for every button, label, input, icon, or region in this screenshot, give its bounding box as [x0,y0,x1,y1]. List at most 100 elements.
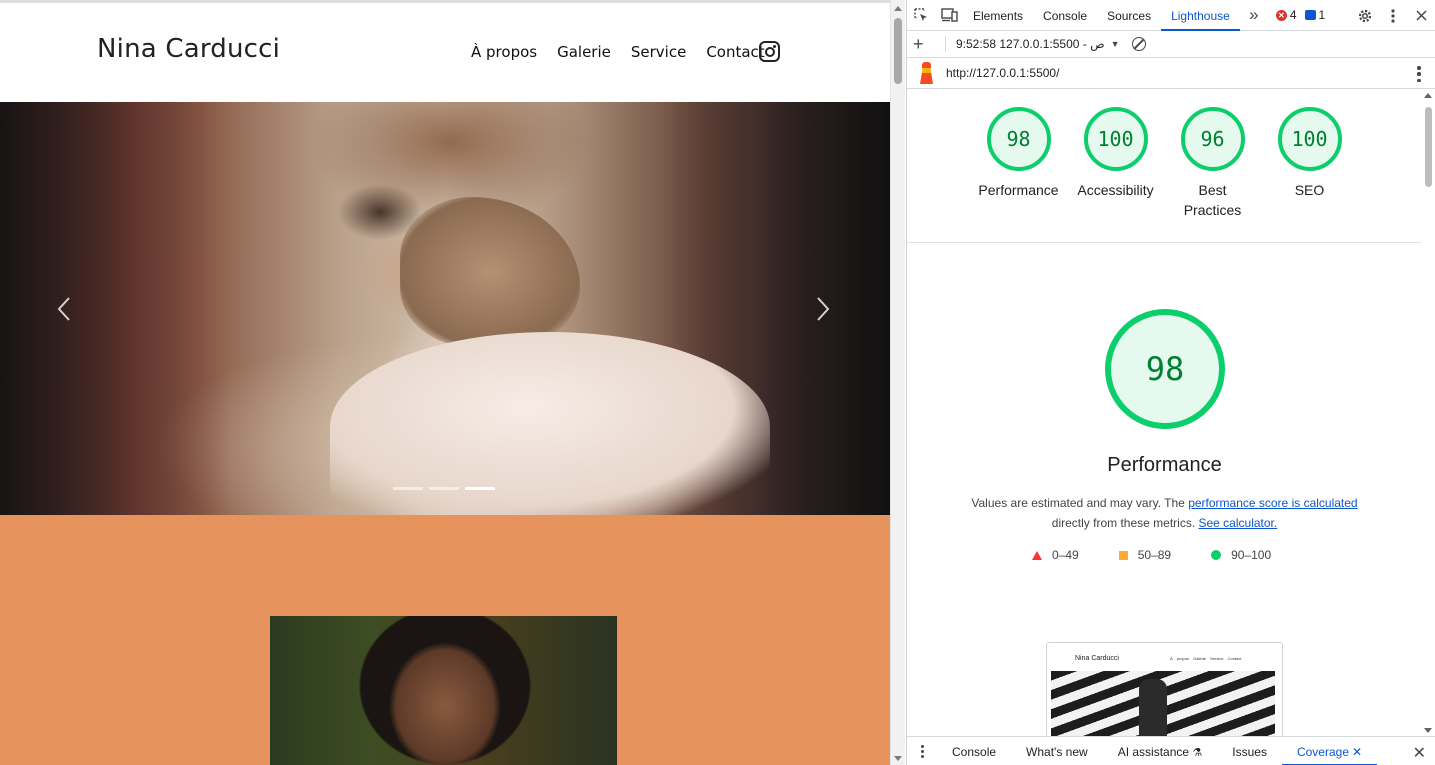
drawer-tab-coverage[interactable]: Coverage ✕ [1281,737,1378,765]
customize-menu-icon[interactable] [1379,0,1407,31]
tab-sources[interactable]: Sources [1097,0,1161,31]
errors-count: 4 [1289,8,1297,22]
performance-description: Values are estimated and may vary. The p… [907,493,1422,533]
lighthouse-logo-icon [919,62,934,84]
site-header: Nina Carducci À propos Galerie Service C… [0,3,890,102]
devtools-drawer: Console What's new AI assistance ⚗ Issue… [907,736,1435,765]
flask-icon: ⚗ [1192,746,1203,759]
messages-count: 1 [1318,8,1326,22]
main-performance-title: Performance [1107,454,1222,476]
scroll-up-arrow-icon[interactable] [1424,93,1432,98]
chevron-left-icon [57,297,70,321]
description-text-1: Values are estimated and may vary. The [971,496,1185,510]
lighthouse-report: 98 Performance 100 Accessibility 96 Best… [907,90,1422,736]
carousel-indicator-2[interactable] [429,487,459,490]
gauge-seo[interactable]: 100 SEO [1261,107,1358,242]
nav-link-galerie[interactable]: Galerie [557,43,611,61]
settings-gear-icon[interactable] [1351,0,1379,31]
devtools-tabbar: Elements Console Sources Lighthouse » ✕ … [907,0,1435,31]
site-nav: À propos Galerie Service Contact [471,43,785,61]
about-section [0,515,890,765]
scroll-down-arrow-icon[interactable] [894,756,902,761]
page-scrollbar[interactable] [890,0,905,765]
report-scrollbar[interactable] [1421,90,1435,736]
gauge-best-practices[interactable]: 96 Best Practices [1164,107,1261,242]
gauge-performance[interactable]: 98 Performance [970,107,1067,242]
error-icon: ✕ [1275,9,1287,21]
square-icon [1118,550,1128,560]
screen: Nina Carducci À propos Galerie Service C… [0,0,1435,765]
report-scrollbar-thumb[interactable] [1425,107,1432,187]
devtools-panel: Elements Console Sources Lighthouse » ✕ … [906,0,1435,765]
drawer-tab-whats-new[interactable]: What's new [1011,737,1103,765]
site-brand[interactable]: Nina Carducci [97,34,280,64]
legend-pass: 90–100 [1211,548,1271,562]
nav-link-service[interactable]: Service [631,43,686,61]
carousel-next-button[interactable] [816,296,830,322]
legend-fail-label: 0–49 [1052,548,1079,562]
gauge-label: Best Practices [1183,182,1242,218]
carousel-prev-button[interactable] [57,296,71,322]
hero-carousel [0,102,890,515]
page-screenshot-thumbnail[interactable]: Nina Carducci À propos Galerie Service C… [1046,642,1283,736]
see-calculator-link[interactable]: See calculator. [1199,516,1278,530]
drawer-tab-ai-assistance[interactable]: AI assistance ⚗ [1103,737,1218,765]
nav-link-a-propos[interactable]: À propos [471,43,537,61]
report-selector[interactable]: 9:52:58 127.0.0.1:5500 - ص [956,37,1105,51]
gauge-label: Accessibility [1077,182,1154,198]
score-calculated-link[interactable]: performance score is calculated [1188,496,1357,510]
hero-image-crowd-left [0,102,230,515]
lighthouse-toolbar: + 9:52:58 127.0.0.1:5500 - ص ▼ [907,31,1435,58]
hero-image-couple [400,197,580,347]
legend-average-label: 50–89 [1137,548,1172,562]
tab-console[interactable]: Console [1033,0,1097,31]
thumbnail-brand: Nina Carducci [1075,655,1119,662]
report-url[interactable]: http://127.0.0.1:5500/ [946,66,1059,80]
chevron-right-icon [817,297,830,321]
close-tab-icon[interactable]: ✕ [1352,745,1362,759]
message-icon [1304,10,1316,20]
new-report-plus-icon[interactable]: + [913,34,935,55]
drawer-tab-console[interactable]: Console [937,737,1011,765]
report-menu-icon[interactable] [1417,66,1421,82]
scroll-down-arrow-icon[interactable] [1424,728,1432,733]
report-dropdown-caret-icon[interactable]: ▼ [1111,39,1120,49]
gauge-label: SEO [1294,182,1325,198]
legend-average: 50–89 [1118,548,1172,562]
devtools-window-controls [1351,0,1435,31]
drawer-tab-issues[interactable]: Issues [1217,737,1282,765]
device-toolbar-icon[interactable] [935,0,963,31]
tab-lighthouse[interactable]: Lighthouse [1161,0,1240,31]
gauge-accessibility[interactable]: 100 Accessibility [1067,107,1164,242]
close-drawer-icon[interactable]: ✕ [1413,743,1426,763]
toolbar-separator [945,36,946,52]
gauge-score: 100 [1083,107,1148,171]
nav-link-contact[interactable]: Contact [706,43,764,61]
errors-badge[interactable]: ✕ 4 [1275,8,1297,22]
portrait-image [270,616,617,765]
instagram-icon[interactable] [759,41,780,62]
score-legend: 0–49 50–89 90–100 [1032,548,1311,562]
more-tabs-icon[interactable]: » [1240,0,1268,31]
close-devtools-icon[interactable] [1407,0,1435,31]
report-url-bar: http://127.0.0.1:5500/ [907,58,1435,89]
messages-badge[interactable]: 1 [1304,8,1326,22]
legend-pass-label: 90–100 [1231,548,1272,562]
thumbnail-nav: À propos Galerie Service Contact [1170,656,1242,661]
circle-icon [1211,550,1222,560]
carousel-indicator-1[interactable] [393,487,423,490]
drawer-tab-label: AI assistance [1117,744,1190,759]
carousel-indicators [393,487,495,490]
carousel-indicator-3[interactable] [465,487,495,490]
main-performance-gauge: 98 [1105,309,1225,429]
tab-elements[interactable]: Elements [963,0,1033,31]
scroll-up-arrow-icon[interactable] [894,6,902,11]
clear-reports-icon[interactable] [1131,37,1146,51]
triangle-icon [1032,550,1042,560]
page-scrollbar-thumb[interactable] [894,18,902,84]
inspect-element-icon[interactable] [907,0,935,31]
thumbnail-figure [1139,679,1167,736]
legend-fail: 0–49 [1032,548,1079,562]
gauge-score: 98 [986,107,1051,171]
drawer-menu-icon[interactable] [907,744,937,758]
